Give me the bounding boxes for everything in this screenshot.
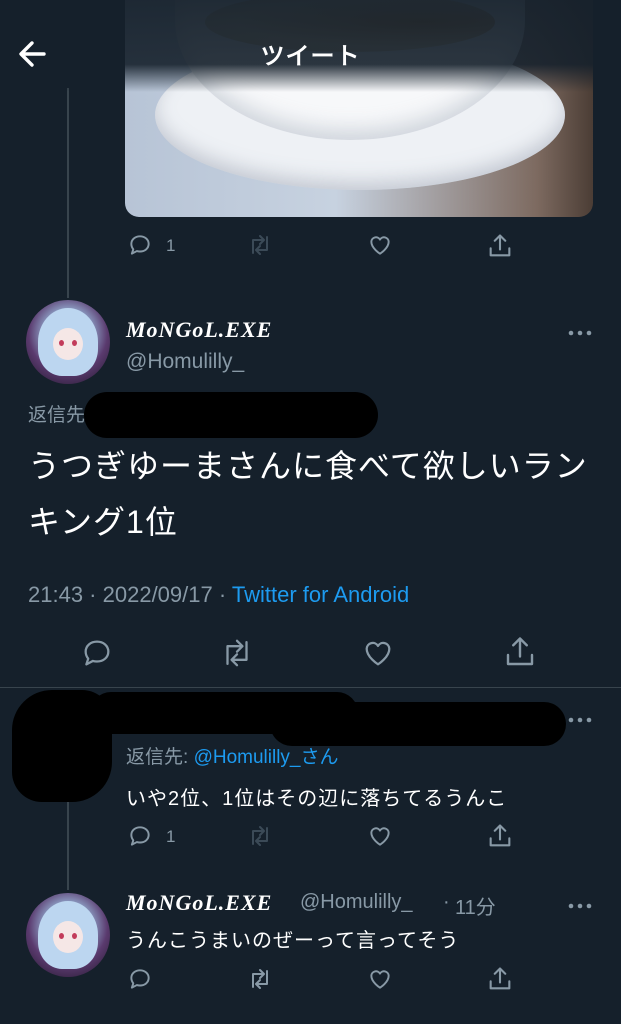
reply-to-handle-link[interactable]: @Homulilly_さん <box>194 747 339 768</box>
reply-icon <box>84 640 110 666</box>
reply-button[interactable] <box>127 232 153 258</box>
retweet-button[interactable] <box>246 966 274 992</box>
retweet-icon <box>226 639 248 667</box>
avatar-eye <box>59 933 64 939</box>
tweet-meta: 21:43 · 2022/09/17 · Twitter for Android <box>28 582 409 608</box>
more-button[interactable] <box>567 898 593 909</box>
reply-text: いや2位、1位はその辺に落ちてるうんこ <box>126 788 508 810</box>
retweet-icon <box>252 826 268 846</box>
like-icon <box>370 236 390 255</box>
avatar-face <box>53 921 83 953</box>
retweet-icon <box>252 969 268 989</box>
redaction-mark <box>270 702 566 746</box>
handle[interactable]: @Homulilly_ <box>126 350 244 374</box>
page-title: ツイート <box>260 43 361 70</box>
retweet-button[interactable] <box>218 636 256 670</box>
share-button[interactable] <box>486 965 514 993</box>
like-button[interactable] <box>366 232 394 258</box>
divider <box>0 687 621 688</box>
redaction-mark <box>84 392 378 438</box>
share-icon <box>489 967 511 990</box>
more-dots-icon <box>568 717 592 723</box>
reply-icon <box>130 969 150 989</box>
like-button[interactable] <box>360 636 396 670</box>
more-dots-icon <box>568 903 592 909</box>
reply-to-label: 返信先 <box>28 405 86 426</box>
tweet-time: 21:43 <box>28 582 84 607</box>
reply-icon <box>130 235 150 255</box>
avatar-eye <box>59 340 64 346</box>
meta-separator: · <box>212 582 232 607</box>
display-name[interactable]: MoNGoL.EXE <box>126 890 272 916</box>
reply-to-label: 返信先: <box>126 747 194 768</box>
reply-button[interactable] <box>127 823 153 849</box>
reply-button[interactable] <box>127 966 153 992</box>
avatar[interactable] <box>26 300 110 384</box>
thread-line <box>67 88 69 298</box>
reply-icon <box>130 826 150 846</box>
avatar-eye <box>72 340 77 346</box>
display-name[interactable]: MoNGoL.EXE <box>126 317 272 343</box>
avatar[interactable] <box>26 893 110 977</box>
avatar-eye <box>72 933 77 939</box>
like-icon <box>370 970 390 989</box>
reply-count: 1 <box>166 827 176 846</box>
more-button[interactable] <box>567 325 593 336</box>
share-icon <box>489 234 511 257</box>
retweet-icon <box>252 235 268 255</box>
reply-button[interactable] <box>80 636 114 670</box>
handle[interactable]: @Homulilly_ <box>300 891 413 914</box>
share-button[interactable] <box>486 232 514 260</box>
avatar-face <box>53 328 83 360</box>
tweet-text: うつぎゆーまさんに食べて欲しいランキング1位 <box>28 448 588 540</box>
like-button[interactable] <box>366 966 394 992</box>
share-button[interactable] <box>502 634 538 670</box>
tweet-date: 2022/09/17 <box>102 582 213 607</box>
more-dots-icon <box>568 330 592 336</box>
retweet-button[interactable] <box>246 232 274 258</box>
meta-separator: · <box>83 582 103 607</box>
share-icon <box>506 637 534 666</box>
tweet-time-ago: 11分 <box>455 897 496 919</box>
time-separator: · <box>443 891 450 913</box>
like-icon <box>365 641 391 666</box>
share-icon <box>489 824 511 847</box>
more-button[interactable] <box>567 712 593 723</box>
like-icon <box>370 827 390 846</box>
tweet-source-link[interactable]: Twitter for Android <box>232 582 409 607</box>
thread-line <box>67 800 69 890</box>
like-button[interactable] <box>366 823 394 849</box>
reply-count: 1 <box>166 236 176 255</box>
reply-text: うんこうまいのぜーって言ってそう <box>126 930 460 952</box>
retweet-button[interactable] <box>246 823 274 849</box>
share-button[interactable] <box>486 822 514 850</box>
reply-to-line: 返信先: @Homulilly_さん <box>126 742 338 769</box>
